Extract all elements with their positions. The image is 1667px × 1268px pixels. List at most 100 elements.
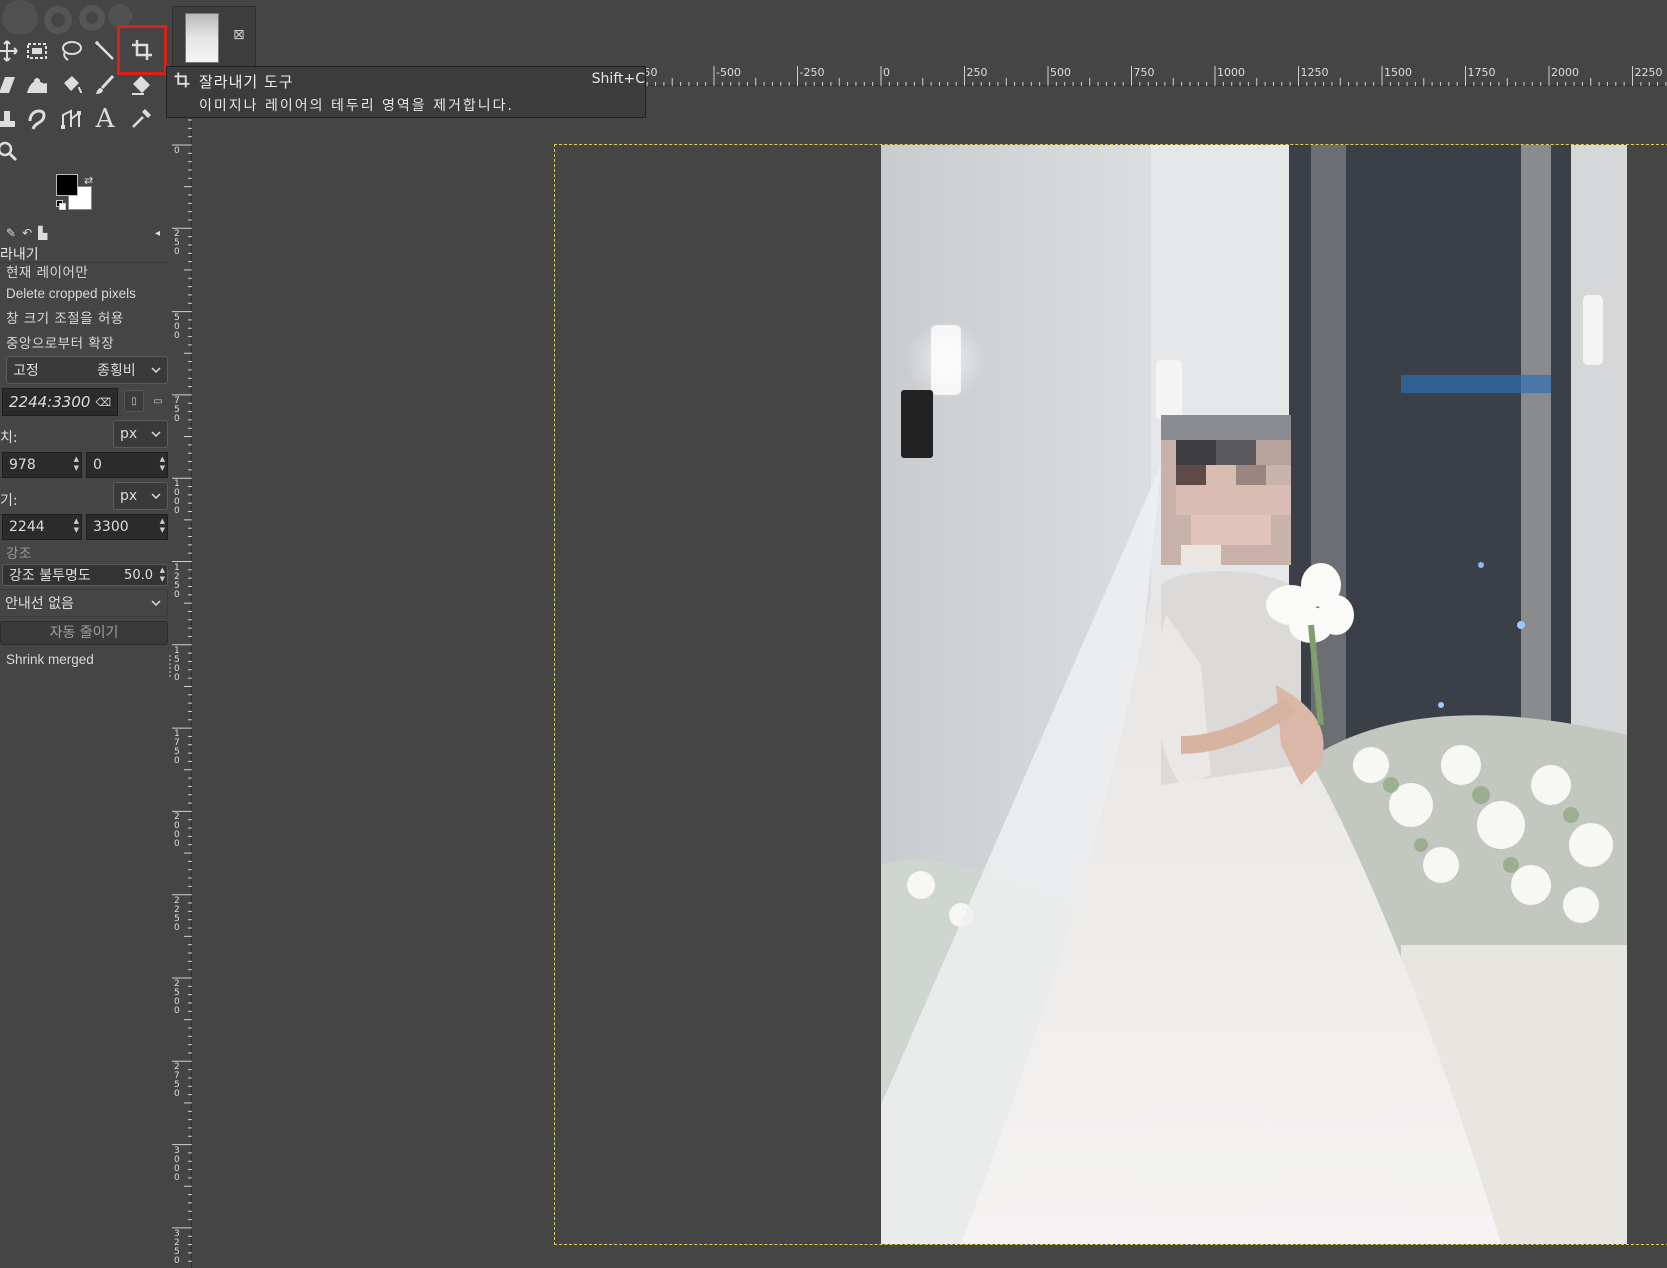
magic-wand-icon	[95, 41, 114, 60]
crop-icon	[174, 72, 190, 88]
fuzzy-select-tool[interactable]	[90, 36, 120, 66]
spin-arrows-icon[interactable]: ▲ ▼	[160, 455, 165, 473]
spin-arrows-icon[interactable]: ▲ ▼	[74, 517, 79, 535]
position-x-input[interactable]: 978 ▲ ▼	[2, 452, 82, 478]
shrink-merged-option[interactable]: Shrink merged	[6, 652, 94, 667]
position-unit: px	[120, 426, 138, 442]
free-select-tool[interactable]	[56, 36, 86, 66]
close-tab-icon[interactable]: ⊠	[233, 27, 245, 43]
paths-tool[interactable]	[56, 104, 86, 134]
ratio-input[interactable]: 2244:3300 ⌫	[2, 388, 118, 416]
ruler-label: 2750	[174, 1062, 180, 1100]
wedding-photo[interactable]	[881, 145, 1627, 1244]
ruler-label: 3250	[174, 1228, 180, 1266]
image-tab[interactable]: ⊠	[172, 6, 256, 68]
fixed-label: 고정	[13, 363, 39, 379]
ruler-label: 1500	[174, 645, 180, 683]
size-w-value: 2244	[9, 519, 45, 535]
crop-tool-tooltip: 잘라내기 도구 Shift+C 이미지나 레이어의 테두리 영역을 제거합니다.	[166, 66, 646, 118]
color-picker-tool[interactable]	[126, 104, 156, 134]
zoom-tool[interactable]	[0, 136, 22, 166]
size-unit: px	[120, 488, 138, 504]
eraser-tool[interactable]	[126, 70, 156, 100]
ruler-label: 1000	[174, 479, 180, 517]
tool-options-tab-icon[interactable]: ✎	[6, 226, 16, 240]
position-y-input[interactable]: 0 ▲ ▼	[86, 452, 168, 478]
auto-shrink-button[interactable]: 자동 줄이기	[0, 621, 168, 645]
ruler-label: 1250	[1300, 66, 1329, 79]
tooltip-title: 잘라내기 도구	[199, 73, 294, 91]
toolbox: A ⇄ ✎ ↶ ▙ ◂ 라내기 현재 레이어만 Delete cropped p…	[0, 0, 171, 1268]
portrait-icon[interactable]: ▯	[124, 390, 144, 412]
fixed-mode-value: 종횡비	[97, 363, 136, 379]
ruler-label: 500	[1050, 66, 1071, 79]
tool-options-tabs: ✎ ↶ ▙ ◂	[0, 223, 168, 243]
size-w-input[interactable]: 2244 ▲ ▼	[2, 514, 82, 540]
clear-icon[interactable]: ⌫	[95, 396, 111, 409]
position-unit-combo[interactable]: px	[113, 420, 168, 448]
current-layer-only-option[interactable]: 현재 레이어만	[6, 261, 88, 281]
ruler-label: 1750	[174, 729, 180, 767]
position-label: 치:	[0, 430, 18, 446]
ruler-label: 0	[174, 146, 180, 156]
ruler-label: 2000	[174, 812, 180, 850]
eyedropper-icon	[132, 109, 151, 128]
delete-cropped-option[interactable]: Delete cropped pixels	[6, 286, 136, 301]
move-icon	[0, 40, 18, 62]
warp-transform-tool[interactable]	[22, 70, 52, 100]
crop-tool[interactable]	[117, 25, 167, 75]
text-tool[interactable]: A	[90, 104, 120, 134]
tab-menu-icon[interactable]: ◂	[155, 228, 160, 239]
spin-arrows-icon[interactable]: ▲ ▼	[160, 517, 165, 535]
ruler-label: 750	[174, 395, 180, 424]
size-h-input[interactable]: 3300 ▲ ▼	[86, 514, 168, 540]
chevron-down-icon	[151, 493, 161, 500]
rect-select-tool[interactable]	[22, 36, 52, 66]
move-tool[interactable]	[0, 36, 22, 66]
foreground-color[interactable]	[56, 174, 78, 196]
ruler-label: 2250	[1634, 66, 1663, 79]
clone-tool[interactable]	[0, 104, 22, 134]
tooltip-shortcut: Shift+C	[591, 71, 645, 87]
eraser-icon	[132, 76, 150, 95]
ruler-label: 1250	[174, 562, 180, 600]
position-y-value: 0	[93, 457, 102, 473]
ruler-label: 750	[1133, 66, 1155, 79]
spin-arrows-icon[interactable]: ▲ ▼	[160, 566, 165, 584]
fixed-mode-combo[interactable]: 고정 종횡비	[6, 356, 168, 384]
tooltip-description: 이미지나 레이어의 테두리 영역을 제거합니다.	[199, 98, 514, 114]
highlight-opacity-slider[interactable]: 강조 불투명도 50.0 ▲ ▼	[2, 564, 168, 586]
chevron-down-icon	[151, 600, 161, 607]
bucket-fill-tool[interactable]	[56, 70, 86, 100]
guides-combo[interactable]: 안내선 없음	[0, 589, 168, 617]
ruler-label: 1750	[1467, 66, 1496, 79]
highlight-opacity-value: 50.0	[124, 567, 153, 583]
undo-history-tab-icon[interactable]: ↶	[22, 226, 32, 240]
images-tab-icon[interactable]: ▙	[38, 226, 47, 240]
ruler-label: 250	[174, 229, 180, 258]
highlight-opacity-label: 강조 불투명도	[9, 568, 91, 584]
swap-colors-icon[interactable]: ⇄	[84, 174, 93, 187]
warp-icon	[27, 78, 47, 93]
magnifier-icon	[0, 141, 18, 162]
spin-arrows-icon[interactable]: ▲ ▼	[74, 455, 79, 473]
landscape-icon[interactable]: ▭	[148, 390, 168, 412]
chevron-down-icon	[151, 431, 161, 438]
size-unit-combo[interactable]: px	[113, 482, 168, 510]
paintbrush-tool[interactable]	[90, 70, 120, 100]
crop-icon	[132, 40, 152, 60]
size-h-value: 3300	[93, 519, 129, 535]
unified-transform-tool[interactable]	[0, 70, 22, 100]
color-swatches[interactable]: ⇄	[56, 174, 100, 216]
ratio-value: 2244:3300	[9, 393, 91, 411]
reset-colors-icon[interactable]	[56, 200, 66, 210]
smudge-tool[interactable]	[22, 104, 52, 134]
ruler-label: -250	[799, 66, 825, 79]
chevron-down-icon	[151, 367, 161, 374]
panel-resize-handle[interactable]	[169, 655, 171, 677]
allow-growing-option[interactable]: 창 크기 조절을 허용	[6, 307, 124, 327]
wedding-photo-image	[881, 145, 1627, 1244]
expand-center-option[interactable]: 중앙으로부터 확장	[6, 332, 114, 352]
highlight-option[interactable]: 강조	[6, 542, 32, 562]
transform-icon	[0, 77, 15, 93]
